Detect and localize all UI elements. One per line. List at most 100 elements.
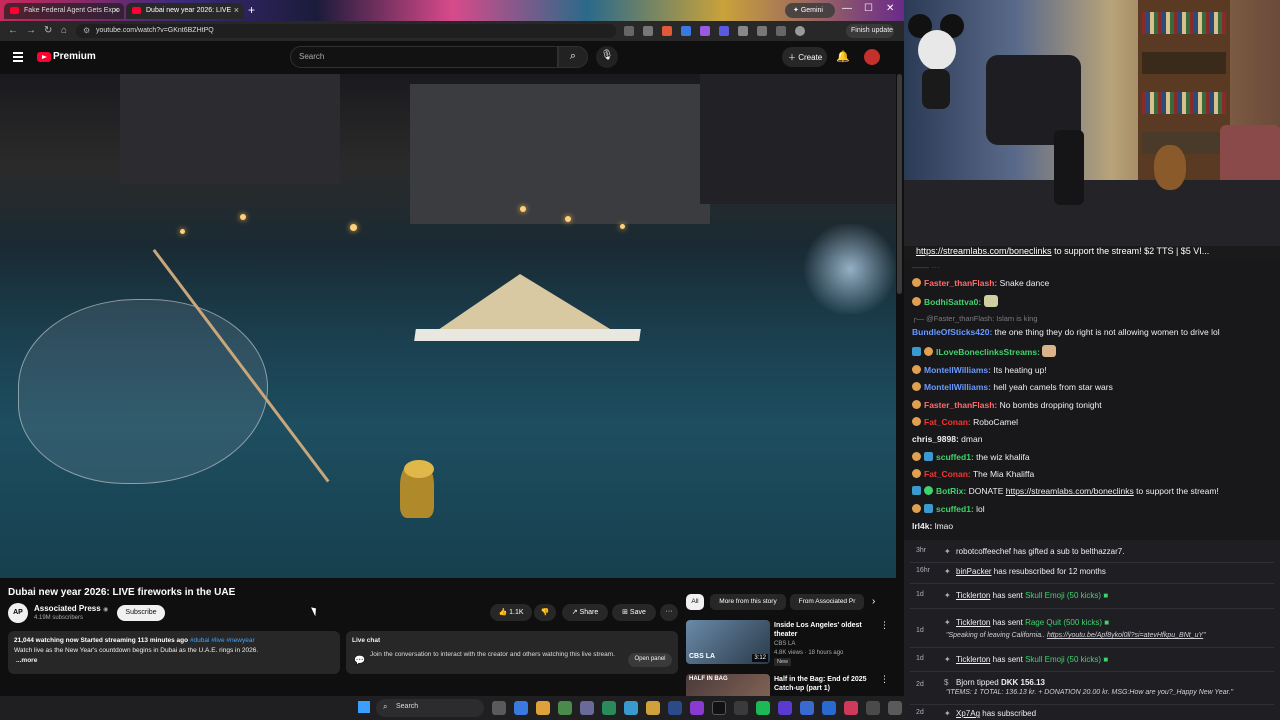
chat-link[interactable]: https://streamlabs.com/boneclinks [1006, 486, 1134, 496]
forward-arrow-icon[interactable]: → [26, 25, 36, 36]
extension-icon[interactable] [662, 26, 672, 36]
event-user[interactable]: Ticklerton [956, 655, 990, 664]
cast-icon[interactable] [624, 26, 634, 36]
description-box[interactable]: 21,044 watching now Started streaming 11… [8, 631, 340, 674]
chat-username[interactable]: Fat_Conan: [924, 469, 971, 479]
create-button[interactable]: ＋ Create [782, 47, 827, 67]
chat-username[interactable]: scuffed1: [936, 504, 974, 514]
tab-close-icon[interactable]: × [114, 5, 119, 15]
subscribe-button[interactable]: Subscribe [117, 605, 165, 621]
event-target[interactable]: belthazzar7. [1081, 547, 1125, 556]
map-pin-icon[interactable] [844, 701, 858, 715]
save-button[interactable]: ⊞ Save [612, 604, 656, 621]
event-user[interactable]: Ticklerton [956, 591, 990, 600]
app-icon[interactable] [624, 701, 638, 715]
channel-avatar[interactable]: AP [8, 603, 28, 623]
chrome-icon[interactable] [536, 701, 550, 715]
home-icon[interactable]: ⌂ [61, 25, 67, 36]
extension-icon[interactable] [719, 26, 729, 36]
hashtags[interactable]: #dubai #live #newyear [190, 637, 255, 644]
search-icon[interactable]: ⌕ [558, 46, 588, 68]
account-avatar[interactable] [864, 49, 880, 65]
event-user[interactable]: Xp7Ag [956, 709, 980, 718]
recommendation-title[interactable]: Half in the Bag: End of 2025 Catch-up (p… [774, 675, 878, 693]
chat-username[interactable]: Fat_Conan: [924, 417, 971, 427]
edge-icon[interactable] [514, 701, 528, 715]
like-button[interactable]: 👍 1.1K [490, 604, 532, 621]
youtube-premium-logo[interactable]: Premium [53, 51, 96, 62]
chip-more-from-story[interactable]: More from this story [710, 594, 786, 610]
terminal-icon[interactable] [602, 701, 616, 715]
chat-username[interactable]: ILoveBoneclinksStreams: [936, 347, 1040, 357]
chat-username[interactable]: BundleOfSticks420: [912, 327, 992, 337]
chat-username[interactable]: MontellWilliams: [924, 382, 991, 392]
channel-name[interactable]: Associated Press ◉ [34, 604, 108, 613]
extension-icon[interactable] [738, 26, 748, 36]
sidepanel-icon[interactable] [776, 26, 786, 36]
event-user[interactable]: robotcoffeechef [956, 547, 1011, 556]
chat-username[interactable]: Faster_thanFlash: [924, 278, 997, 288]
browser-tab-1[interactable]: Fake Federal Agent Gets Expo × [4, 3, 124, 19]
video-thumbnail[interactable]: HALF IN BAG [686, 674, 770, 696]
event-quote-link[interactable]: https://youtu.be/Apf8ykol0ll?si=atevHfkp… [1047, 632, 1203, 639]
recommendation-channel[interactable]: CBS LA [774, 641, 795, 647]
chat-username[interactable]: BodhiSattva0: [924, 297, 981, 307]
task-view-icon[interactable] [492, 701, 506, 715]
chat-username[interactable]: Faster_thanFlash: [924, 400, 997, 410]
open-panel-button[interactable]: Open panel [628, 653, 672, 667]
menu-icon[interactable] [13, 52, 23, 62]
microphone-icon[interactable]: 🎙 [596, 46, 618, 68]
chat-username[interactable]: chris_9898: [912, 434, 959, 444]
event-user[interactable]: Bjorn [956, 678, 975, 687]
chat-username[interactable]: BotRix: [936, 486, 966, 496]
chip-from-associated-press[interactable]: From Associated Pr [790, 594, 864, 610]
back-arrow-icon[interactable]: ← [8, 25, 18, 36]
chat-username[interactable]: scuffed1: [936, 452, 974, 462]
app-icon[interactable] [734, 701, 748, 715]
page-scrollbar[interactable] [897, 74, 902, 294]
folder-icon[interactable] [646, 701, 660, 715]
recommendation-title[interactable]: Inside Los Angeles' oldest theater [774, 621, 878, 639]
more-vert-icon[interactable]: ⋮ [880, 620, 889, 631]
more-vert-icon[interactable]: ⋮ [880, 674, 889, 685]
app-icon[interactable] [800, 701, 814, 715]
dislike-icon[interactable]: 👎 [534, 604, 556, 621]
recommendation-item[interactable]: HALF IN BAG Half in the Bag: End of 2025… [686, 674, 896, 696]
steam-icon[interactable] [668, 701, 682, 715]
show-more-link[interactable]: ...more [14, 656, 340, 666]
search-input[interactable]: Search [290, 46, 558, 68]
share-button[interactable]: ↗ Share [562, 604, 608, 621]
more-actions-button[interactable]: ··· [660, 604, 678, 621]
new-tab-button[interactable]: + [248, 3, 255, 17]
site-info-icon[interactable]: ⚙ [83, 26, 90, 35]
app-icon[interactable] [558, 701, 572, 715]
app-icon[interactable] [580, 701, 594, 715]
extension-icon[interactable] [700, 26, 710, 36]
finish-update-button[interactable]: Finish update [846, 24, 894, 38]
tab-close-icon[interactable]: × [234, 5, 239, 15]
spotify-icon[interactable] [756, 701, 770, 715]
recommendation-item[interactable]: CBS LA 3:12 Inside Los Angeles' oldest t… [686, 620, 896, 668]
maximize-button[interactable]: ☐ [864, 3, 873, 14]
extension-icon[interactable] [681, 26, 691, 36]
profile-avatar-icon[interactable] [795, 26, 805, 36]
app-icon[interactable] [778, 701, 792, 715]
app-icon[interactable] [822, 701, 836, 715]
youtube-logo-icon[interactable] [37, 52, 51, 62]
windows-start-icon[interactable] [358, 701, 370, 713]
chevron-right-icon[interactable]: › [872, 596, 875, 607]
event-user[interactable]: binPacker [956, 567, 992, 576]
taskbar-search[interactable]: ⌕ Search [376, 699, 484, 717]
gemini-button[interactable]: ✦ Gemini [785, 3, 835, 18]
tiktok-icon[interactable] [712, 701, 726, 715]
chat-username[interactable]: lrl4k: [912, 521, 932, 531]
minimize-button[interactable]: — [842, 3, 852, 14]
ticker-link[interactable]: https://streamlabs.com/boneclinks [916, 246, 1052, 256]
puzzle-icon[interactable] [757, 26, 767, 36]
app-icon[interactable] [888, 701, 902, 715]
chip-all[interactable]: All [686, 594, 704, 610]
reload-icon[interactable]: ↻ [44, 25, 52, 36]
app-icon[interactable] [866, 701, 880, 715]
video-thumbnail[interactable]: CBS LA 3:12 [686, 620, 770, 664]
event-user[interactable]: Ticklerton [956, 618, 990, 627]
